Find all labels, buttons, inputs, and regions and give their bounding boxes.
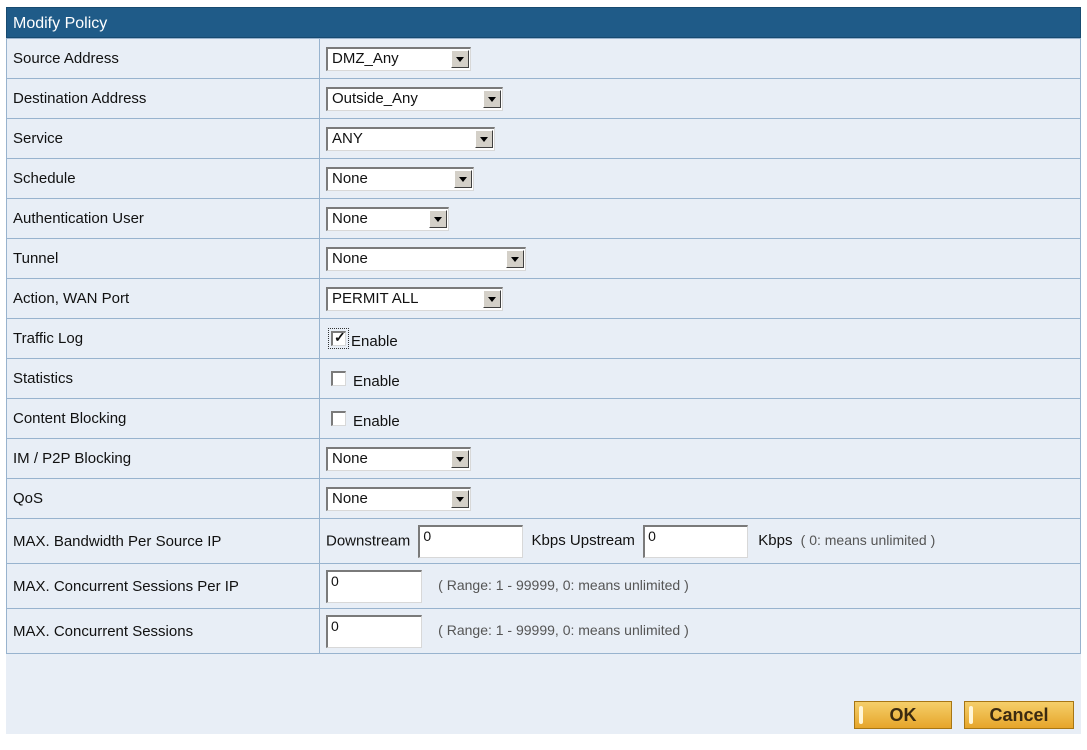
content-blocking-enable-label[interactable]: Enable [353, 413, 400, 430]
row-max-sessions: MAX. Concurrent Sessions 0 ( Range: 1 - … [6, 608, 1081, 654]
tunnel-value: None [332, 250, 368, 267]
destination-address-label: Destination Address [6, 78, 320, 119]
row-schedule: Schedule None [6, 158, 1081, 199]
source-address-select[interactable]: DMZ_Any [326, 46, 471, 71]
service-select[interactable]: ANY [326, 126, 495, 151]
dropdown-arrow-icon[interactable] [475, 130, 493, 148]
schedule-label: Schedule [6, 158, 320, 199]
dropdown-arrow-icon[interactable] [429, 210, 447, 228]
row-service: Service ANY [6, 118, 1081, 159]
qos-select[interactable]: None [326, 486, 471, 511]
statistics-label: Statistics [6, 358, 320, 399]
content-blocking-checkbox[interactable] [331, 411, 346, 426]
max-sessions-per-ip-label: MAX. Concurrent Sessions Per IP [6, 563, 320, 609]
im-p2p-blocking-select[interactable]: None [326, 446, 471, 471]
qos-label: QoS [6, 478, 320, 519]
max-sessions-per-ip-hint: ( Range: 1 - 99999, 0: means unlimited ) [438, 576, 689, 593]
source-address-label: Source Address [6, 38, 320, 79]
ok-button[interactable]: OK [854, 701, 952, 729]
max-sessions-hint: ( Range: 1 - 99999, 0: means unlimited ) [438, 621, 689, 638]
policy-form-table: Source Address DMZ_Any Destination Addre… [6, 38, 1081, 654]
traffic-log-enable-label[interactable]: Enable [351, 333, 398, 350]
dropdown-arrow-icon[interactable] [451, 450, 469, 468]
dropdown-arrow-icon[interactable] [451, 490, 469, 508]
row-max-sessions-per-ip: MAX. Concurrent Sessions Per IP 0 ( Rang… [6, 563, 1081, 609]
row-content-blocking: Content Blocking Enable [6, 398, 1081, 439]
cancel-button[interactable]: Cancel [964, 701, 1074, 729]
row-authentication-user: Authentication User None [6, 198, 1081, 239]
statistics-enable-label[interactable]: Enable [353, 373, 400, 390]
bandwidth-hint: ( 0: means unlimited ) [800, 531, 936, 548]
destination-address-select[interactable]: Outside_Any [326, 86, 503, 111]
upstream-input[interactable]: 0 [643, 524, 749, 558]
max-sessions-label: MAX. Concurrent Sessions [6, 608, 320, 654]
im-p2p-blocking-value: None [332, 450, 368, 467]
authentication-user-select[interactable]: None [326, 206, 449, 231]
dropdown-arrow-icon[interactable] [506, 250, 524, 268]
button-bar: OK Cancel [6, 654, 1081, 734]
schedule-select[interactable]: None [326, 166, 474, 191]
qos-value: None [332, 490, 368, 507]
service-value: ANY [332, 130, 363, 147]
im-p2p-blocking-label: IM / P2P Blocking [6, 438, 320, 479]
schedule-value: None [332, 170, 368, 187]
source-address-value: DMZ_Any [332, 50, 399, 67]
panel-title: Modify Policy [6, 7, 1081, 38]
traffic-log-checkbox[interactable]: ✓ [328, 328, 349, 349]
action-wan-port-label: Action, WAN Port [6, 278, 320, 319]
traffic-log-label: Traffic Log [6, 318, 320, 359]
dropdown-arrow-icon[interactable] [483, 290, 501, 308]
kbps-unit-label: Kbps [758, 531, 793, 549]
modify-policy-panel: Modify Policy Source Address DMZ_Any Des… [6, 7, 1081, 734]
action-wan-port-select[interactable]: PERMIT ALL [326, 286, 503, 311]
row-source-address: Source Address DMZ_Any [6, 38, 1081, 79]
row-destination-address: Destination Address Outside_Any [6, 78, 1081, 119]
authentication-user-value: None [332, 210, 368, 227]
downstream-label: Downstream [326, 531, 411, 549]
row-im-p2p-blocking: IM / P2P Blocking None [6, 438, 1081, 479]
upstream-label: Kbps Upstream [531, 531, 635, 549]
max-sessions-input[interactable]: 0 [326, 614, 422, 648]
row-qos: QoS None [6, 478, 1081, 519]
downstream-input[interactable]: 0 [418, 524, 524, 558]
dropdown-arrow-icon[interactable] [483, 90, 501, 108]
max-sessions-per-ip-input[interactable]: 0 [326, 569, 422, 603]
row-traffic-log: Traffic Log ✓ Enable [6, 318, 1081, 359]
max-bandwidth-label: MAX. Bandwidth Per Source IP [6, 518, 320, 564]
authentication-user-label: Authentication User [6, 198, 320, 239]
action-wan-port-value: PERMIT ALL [332, 290, 419, 307]
destination-address-value: Outside_Any [332, 90, 418, 107]
row-action-wan-port: Action, WAN Port PERMIT ALL [6, 278, 1081, 319]
row-max-bandwidth: MAX. Bandwidth Per Source IP Downstream … [6, 518, 1081, 564]
dropdown-arrow-icon[interactable] [451, 50, 469, 68]
tunnel-select[interactable]: None [326, 246, 526, 271]
checkmark-icon: ✓ [334, 329, 346, 345]
row-statistics: Statistics Enable [6, 358, 1081, 399]
tunnel-label: Tunnel [6, 238, 320, 279]
content-blocking-label: Content Blocking [6, 398, 320, 439]
dropdown-arrow-icon[interactable] [454, 170, 472, 188]
row-tunnel: Tunnel None [6, 238, 1081, 279]
statistics-checkbox[interactable] [331, 371, 346, 386]
service-label: Service [6, 118, 320, 159]
